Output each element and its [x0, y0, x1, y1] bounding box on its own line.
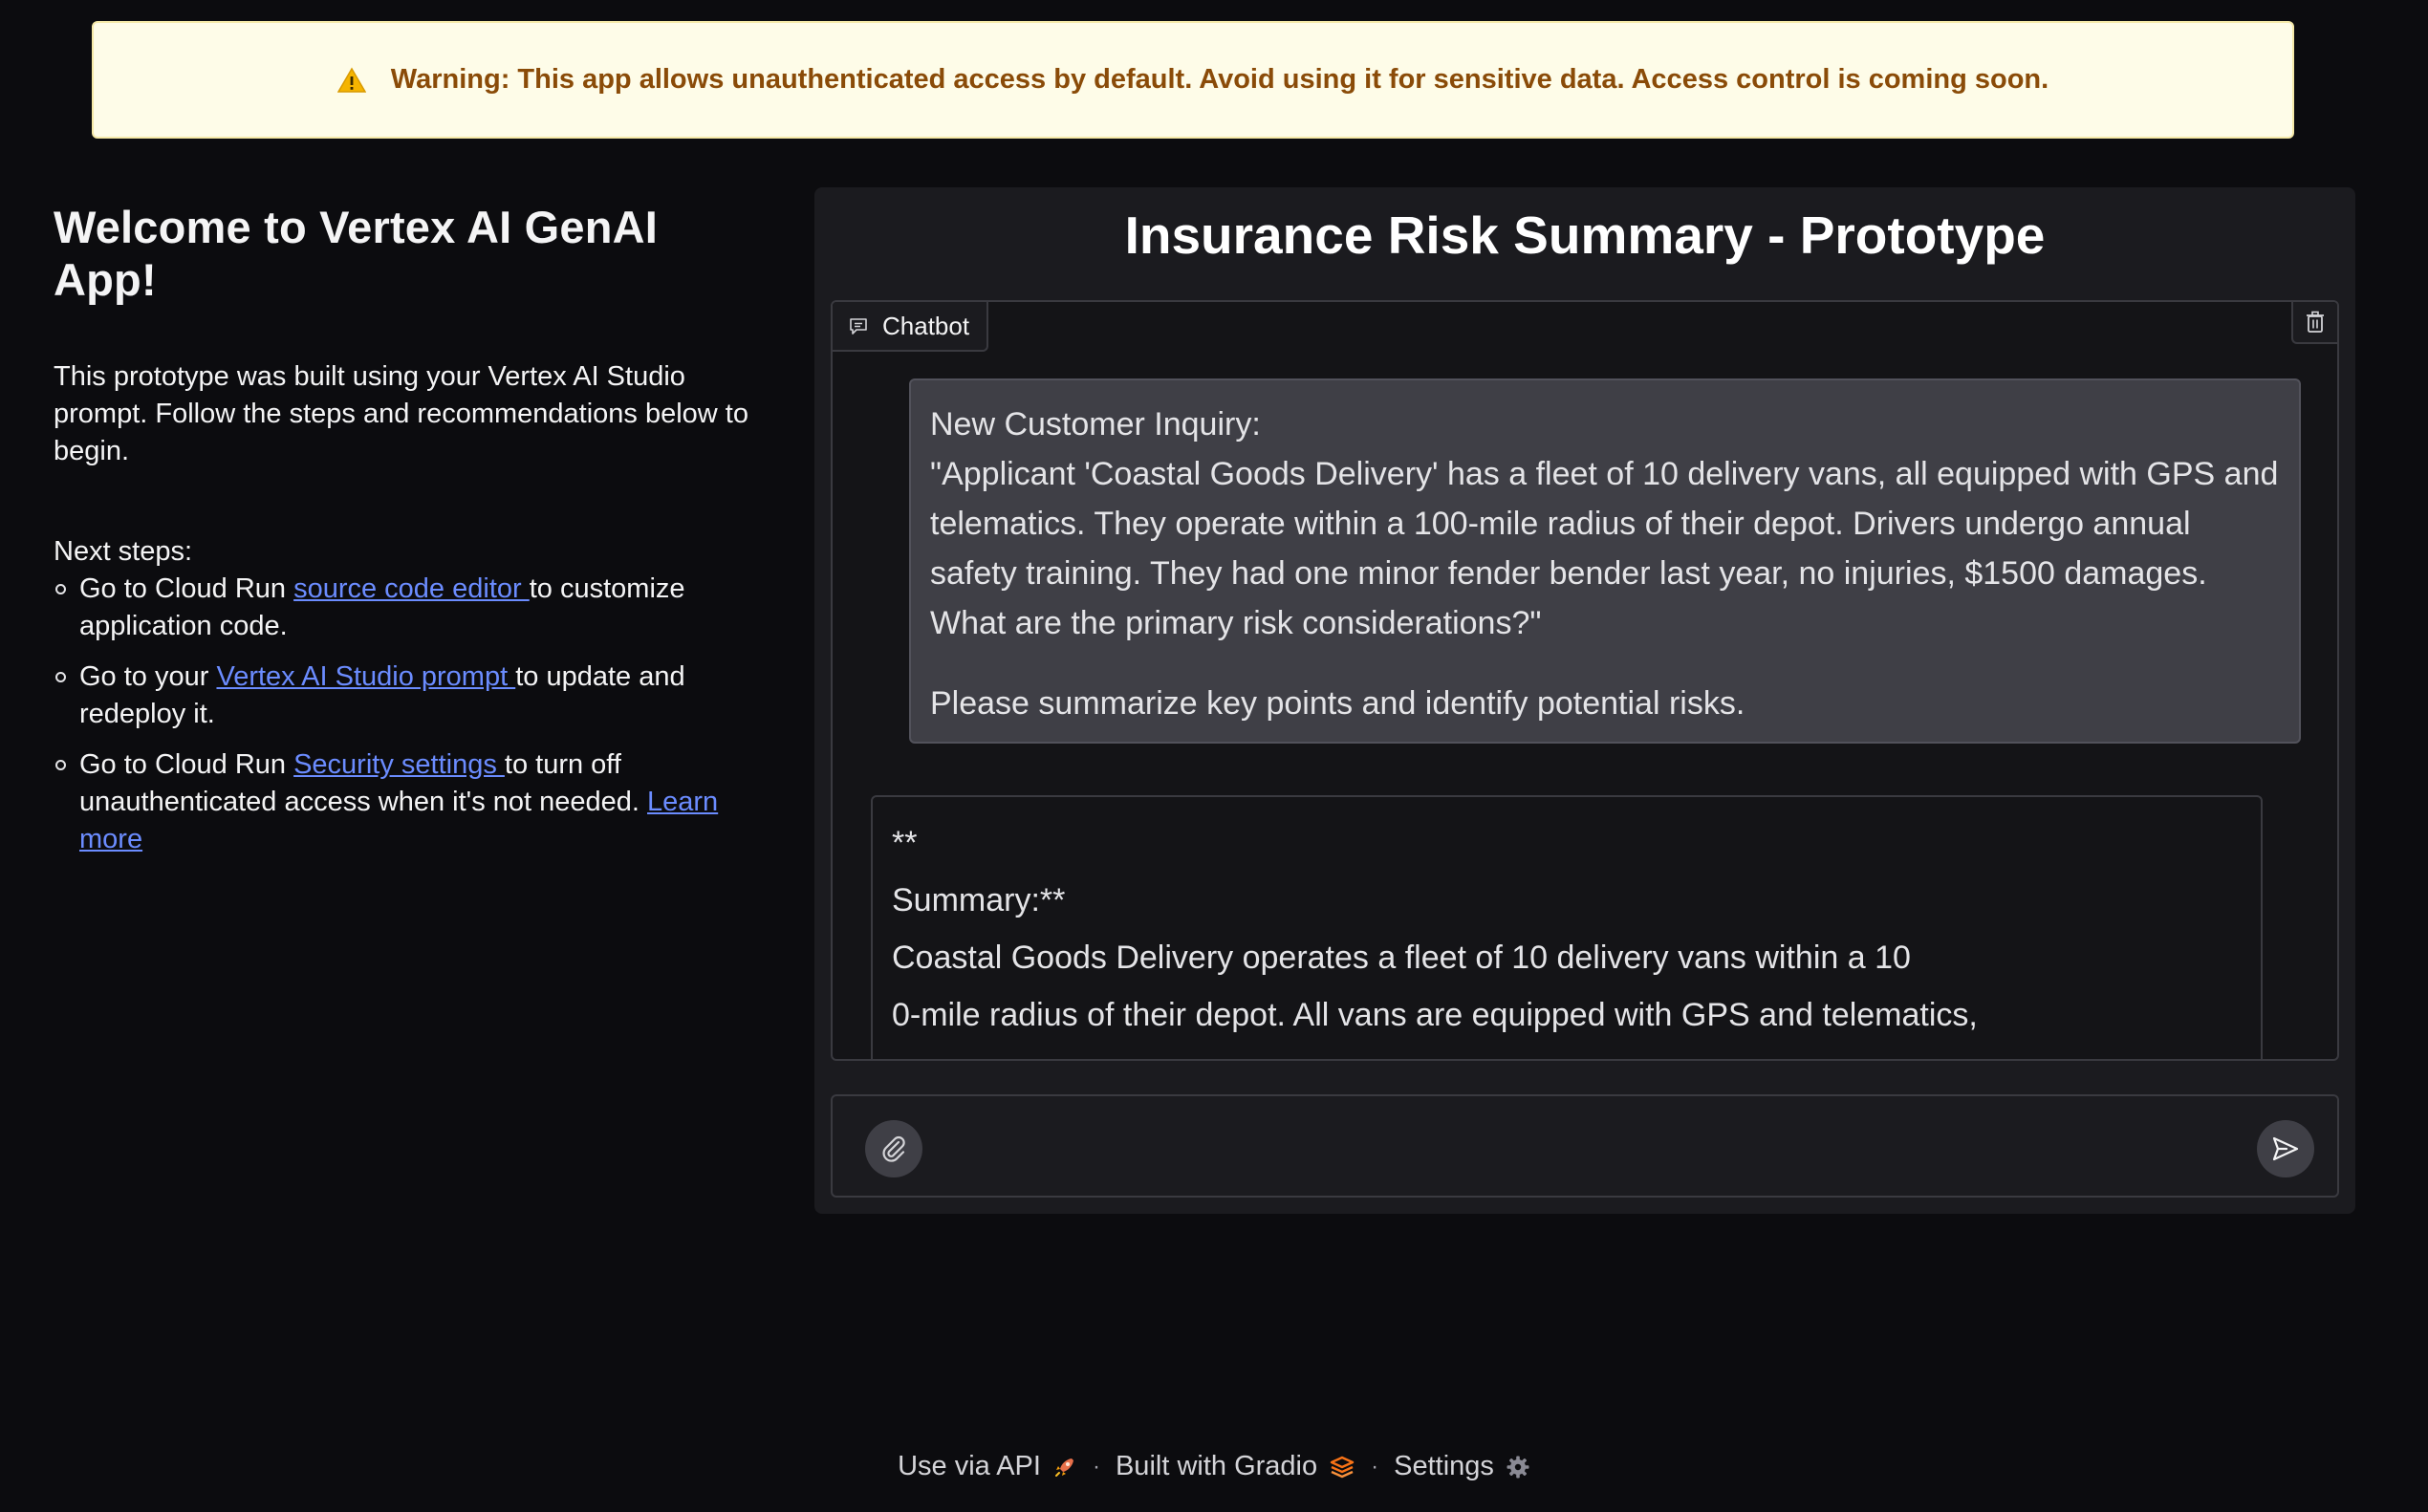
attach-button[interactable]	[865, 1120, 922, 1177]
warning-icon	[336, 67, 366, 93]
steps-list: Go to Cloud Run source code editor to cu…	[54, 571, 761, 858]
next-steps-label: Next steps:	[54, 536, 193, 567]
welcome-title: Welcome to Vertex AI GenAI App!	[54, 202, 659, 305]
clear-chat-button[interactable]	[2291, 302, 2337, 344]
footer-separator: ·	[1092, 1453, 1100, 1480]
gradio-logo-icon	[1330, 1456, 1355, 1478]
chat-icon	[850, 318, 867, 335]
main-panel: Insurance Risk Summary - Prototype Chatb…	[814, 187, 2355, 1214]
send-button[interactable]	[2257, 1120, 2314, 1177]
message-input[interactable]	[947, 1121, 2219, 1175]
settings-link[interactable]: Settings	[1394, 1451, 1530, 1482]
paperclip-icon	[882, 1135, 905, 1162]
trash-icon	[2307, 311, 2324, 333]
app-title: Insurance Risk Summary - Prototype	[1124, 205, 2046, 265]
bot-message-line: Coastal Goods Delivery operates a fleet …	[892, 940, 1911, 976]
chatbot[interactable]: Chatbot New Customer Inquiry: "Applicant…	[831, 300, 2339, 1061]
warning-banner: Warning: This app allows unauthenticated…	[92, 21, 2294, 139]
footer: Use via API · Built with Gradio · Settin…	[0, 1451, 2428, 1482]
built-with-gradio-link[interactable]: Built with Gradio	[1116, 1451, 1355, 1482]
bot-message-line: Summary:**	[892, 882, 1066, 918]
intro-text: This prototype was built using your Vert…	[54, 361, 748, 466]
chatbot-label-text: Chatbot	[882, 311, 970, 340]
bullet-icon	[55, 584, 66, 594]
bot-message-line: 0-mile radius of their depot. All vans a…	[892, 997, 1978, 1033]
source-code-editor-link[interactable]: source code editor	[293, 573, 530, 604]
bullet-icon	[55, 672, 66, 682]
chatbot-label: Chatbot	[833, 302, 989, 352]
rocket-icon	[1054, 1458, 1073, 1477]
step-text: Go to your	[79, 661, 217, 692]
bot-message-line: and drivers receive annual safety traini…	[892, 1044, 2242, 1059]
use-via-api-label: Use via API	[898, 1451, 1041, 1481]
step-item: Go to Cloud Run Security settings to tur…	[54, 746, 761, 858]
warning-text: Warning: This app allows unauthenticated…	[390, 64, 2049, 95]
security-settings-link[interactable]: Security settings	[293, 749, 505, 780]
user-message-line: "Applicant 'Coastal Goods Delivery' has …	[930, 456, 2279, 641]
bot-message: ** Summary:** Coastal Goods Delivery ope…	[871, 795, 2263, 1059]
bot-message-line: **	[892, 825, 918, 861]
settings-label: Settings	[1394, 1451, 1494, 1481]
send-icon	[2272, 1136, 2299, 1161]
next-steps-section: Next steps: Go to Cloud Run source code …	[54, 533, 761, 858]
bullet-icon	[55, 760, 66, 770]
step-text: Go to Cloud Run	[79, 573, 294, 604]
step-text: Go to Cloud Run	[79, 749, 294, 780]
message-input-bar	[831, 1094, 2339, 1198]
user-message-line: New Customer Inquiry:	[930, 406, 1261, 443]
step-item: Go to Cloud Run source code editor to cu…	[54, 571, 761, 645]
user-message: New Customer Inquiry: "Applicant 'Coasta…	[909, 378, 2301, 744]
built-with-gradio-label: Built with Gradio	[1115, 1451, 1318, 1481]
vertex-ai-studio-prompt-link[interactable]: Vertex AI Studio prompt	[216, 661, 515, 692]
footer-separator: ·	[1371, 1453, 1379, 1480]
use-via-api-link[interactable]: Use via API	[898, 1451, 1077, 1482]
sidebar: Welcome to Vertex AI GenAI App! This pro…	[54, 201, 761, 872]
gear-icon	[1507, 1456, 1529, 1478]
user-message-line: Please summarize key points and identify…	[930, 685, 1745, 722]
step-item: Go to your Vertex AI Studio prompt to up…	[54, 659, 761, 733]
